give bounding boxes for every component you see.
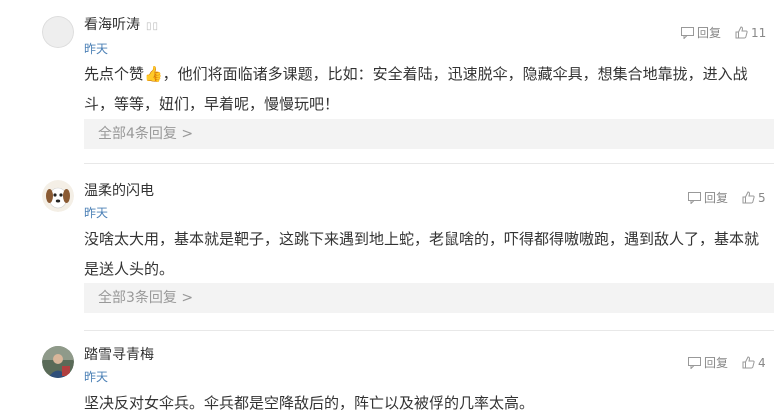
comment-text: 先点个赞👍，他们将面临诸多课题，比如：安全着陆，迅速脱伞，隐藏伞具，想集合地靠拢…	[84, 65, 748, 113]
reply-button[interactable]: 回复	[688, 354, 728, 371]
username-text[interactable]: 看海听涛	[84, 17, 140, 33]
like-count: 11	[751, 25, 767, 40]
like-button[interactable]: 4	[742, 356, 766, 370]
like-count: 5	[758, 190, 766, 205]
reply-button[interactable]: 回复	[688, 189, 728, 206]
photo-avatar-icon	[42, 346, 74, 378]
comment-actions: 回复 11	[681, 24, 774, 41]
thumbs-up-icon	[742, 356, 755, 369]
reply-button[interactable]: 回复	[681, 24, 721, 41]
like-button[interactable]: 11	[735, 26, 766, 40]
divider	[84, 330, 774, 331]
username[interactable]: 踏雪寻青梅	[84, 344, 154, 364]
view-replies-button[interactable]: 全部4条回复 >	[84, 119, 774, 149]
avatar[interactable]	[42, 180, 74, 212]
view-replies-button[interactable]: 全部3条回复 >	[84, 283, 774, 313]
reply-label: 回复	[704, 356, 729, 370]
username[interactable]: 温柔的闪电	[84, 180, 154, 200]
reply-icon	[688, 191, 701, 204]
thumbs-up-icon	[742, 191, 755, 204]
comment-actions: 回复 4	[688, 354, 774, 371]
comment-text: 没啥太大用，基本就是靶子，这跳下来遇到地上蛇，老鼠啥的，吓得都得嗷嗷跑，遇到敌人…	[84, 230, 760, 278]
avatar[interactable]	[42, 16, 74, 48]
reply-label: 回复	[704, 191, 729, 205]
thumbs-up-icon	[735, 26, 748, 39]
username[interactable]: 看海听涛 ▯▯	[84, 14, 159, 34]
reply-label: 回复	[697, 26, 722, 40]
user-badge: ▯▯	[146, 21, 160, 32]
like-count: 4	[758, 355, 766, 370]
dog-avatar-icon	[42, 180, 74, 212]
comment-time: 昨天	[84, 206, 109, 220]
reply-icon	[681, 26, 694, 39]
reply-icon	[688, 356, 701, 369]
default-avatar-icon	[42, 16, 74, 48]
comment-text: 坚决反对女伞兵。伞兵都是空降敌后的，阵亡以及被俘的几率太高。	[84, 394, 535, 412]
divider	[84, 163, 774, 164]
comment-actions: 回复 5	[688, 189, 774, 206]
comment-time: 昨天	[84, 370, 109, 384]
like-button[interactable]: 5	[742, 191, 766, 205]
avatar[interactable]	[42, 346, 74, 378]
comment-time: 昨天	[84, 42, 109, 56]
